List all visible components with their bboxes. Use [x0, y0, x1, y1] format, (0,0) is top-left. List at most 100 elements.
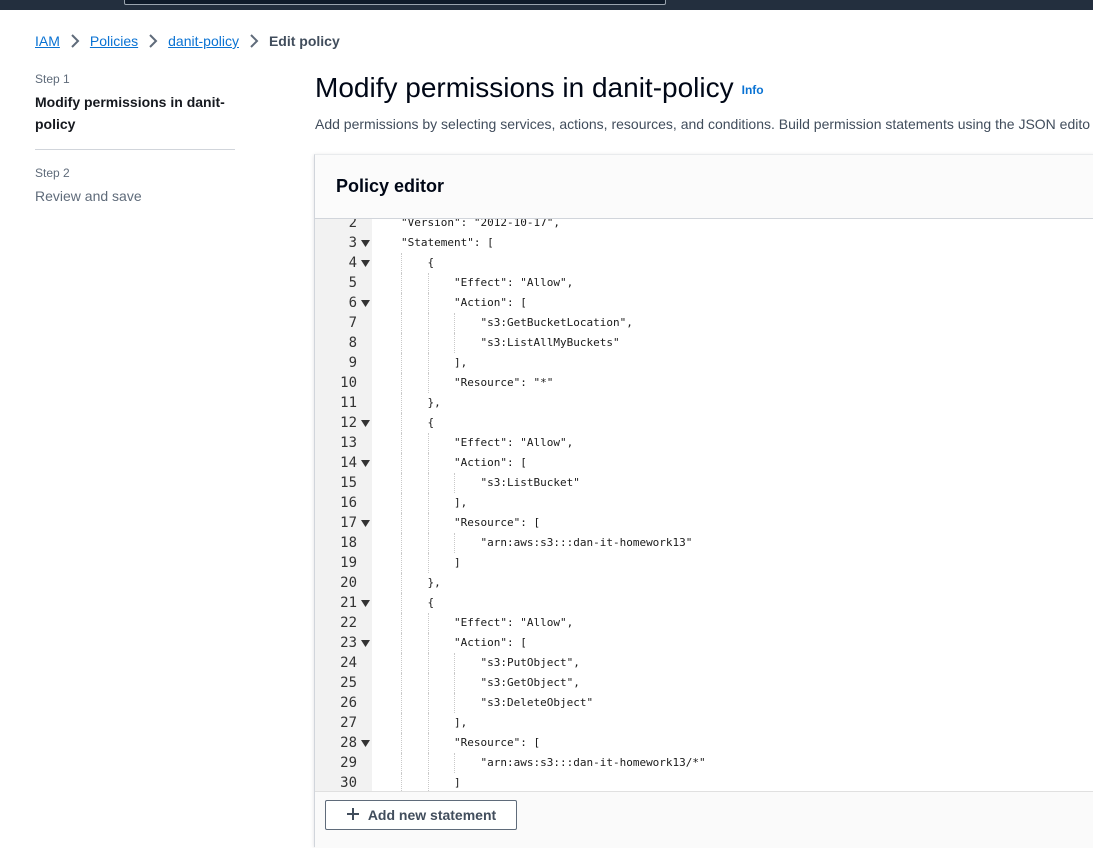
code-line[interactable]: 16], — [315, 493, 1093, 513]
indent-guide — [454, 473, 455, 493]
fold-arrow-icon[interactable] — [360, 453, 370, 473]
fold-arrow-icon[interactable] — [360, 733, 370, 753]
code-line[interactable]: 21 { — [315, 593, 1093, 613]
line-number: 7 — [348, 315, 357, 331]
fold-arrow-icon[interactable] — [360, 513, 370, 533]
breadcrumb-iam[interactable]: IAM — [35, 33, 60, 49]
line-number: 12 — [340, 415, 357, 431]
code-line[interactable]: 3 "Statement": [ — [315, 233, 1093, 253]
code-line[interactable]: 11}, — [315, 393, 1093, 413]
code-line[interactable]: 12 { — [315, 413, 1093, 433]
code-text: "Statement": [ — [401, 236, 494, 249]
page-description: Add permissions by selecting services, a… — [315, 116, 1091, 132]
indent-guide — [401, 673, 402, 693]
search-box[interactable] — [124, 0, 666, 5]
indent-guide — [401, 513, 402, 533]
info-link[interactable]: Info — [742, 83, 764, 97]
line-number: 3 — [348, 235, 357, 251]
code-line[interactable]: 27], — [315, 713, 1093, 733]
code-line[interactable]: 30] — [315, 773, 1093, 791]
code-text: ], — [454, 356, 468, 369]
code-line[interactable]: 20}, — [315, 573, 1093, 593]
breadcrumb-danit-policy[interactable]: danit-policy — [168, 33, 239, 49]
code-line[interactable]: 29 "arn:aws:s3:::dan-it-homework13/*" — [315, 753, 1093, 773]
code-text: "arn:aws:s3:::dan-it-homework13/*" — [480, 756, 706, 769]
indent-guide — [427, 493, 429, 513]
code-text: }, — [427, 576, 441, 589]
code-text: ], — [454, 496, 468, 509]
indent-guide — [401, 653, 402, 673]
indent-guide — [427, 273, 429, 293]
code-text: "arn:aws:s3:::dan-it-homework13" — [480, 536, 693, 549]
code-text: "s3:ListAllMyBuckets" — [480, 336, 620, 349]
fold-arrow-icon[interactable] — [360, 633, 370, 653]
code-line[interactable]: 6 "Action": [ — [315, 293, 1093, 313]
line-number: 27 — [340, 715, 357, 731]
code-line[interactable]: 9], — [315, 353, 1093, 373]
code-line[interactable]: 7 "s3:GetBucketLocation", — [315, 313, 1093, 333]
chevron-right-icon — [64, 30, 86, 52]
breadcrumb: IAM Policies danit-policy Edit policy — [35, 30, 340, 52]
code-line[interactable]: 15 "s3:ListBucket" — [315, 473, 1093, 493]
code-text: ] — [454, 556, 461, 569]
line-number: 16 — [340, 495, 357, 511]
indent-guide — [401, 573, 402, 593]
line-number: 15 — [340, 475, 357, 491]
fold-arrow-icon[interactable] — [360, 593, 370, 613]
add-new-statement-button[interactable]: Add new statement — [325, 800, 517, 830]
indent-guide — [401, 373, 402, 393]
indent-guide — [427, 733, 429, 753]
panel-footer: Add new statement — [315, 791, 1093, 848]
code-line[interactable]: 18 "arn:aws:s3:::dan-it-homework13" — [315, 533, 1093, 553]
code-line[interactable]: 22 "Effect": "Allow", — [315, 613, 1093, 633]
line-number: 30 — [340, 775, 357, 791]
indent-guide — [401, 593, 402, 613]
wizard-steps: Step 1 Modify permissions in danit-polic… — [35, 72, 235, 204]
indent-guide — [401, 453, 402, 473]
code-text: { — [427, 256, 435, 269]
step-1-title: Modify permissions in danit-policy — [35, 94, 225, 132]
chevron-right-icon — [142, 30, 164, 52]
code-line[interactable]: 28 "Resource": [ — [315, 733, 1093, 753]
line-number: 23 — [340, 635, 357, 651]
fold-arrow-icon[interactable] — [360, 413, 370, 433]
code-text: "s3:PutObject", — [480, 656, 580, 669]
code-line[interactable]: 4{ — [315, 253, 1093, 273]
indent-guide — [401, 473, 402, 493]
line-number: 29 — [340, 755, 357, 771]
code-line[interactable]: 23 "Action": [ — [315, 633, 1093, 653]
line-number: 24 — [340, 655, 357, 671]
code-line[interactable]: 24 "s3:PutObject", — [315, 653, 1093, 673]
fold-arrow-icon[interactable] — [360, 253, 370, 273]
code-line[interactable]: 5 "Effect": "Allow", — [315, 273, 1093, 293]
indent-guide — [454, 753, 455, 773]
json-code-editor[interactable]: 2 "Version": "2012-10-17", 3 "Statement": [… — [315, 219, 1093, 791]
indent-guide — [454, 533, 455, 553]
breadcrumb-policies[interactable]: Policies — [90, 33, 138, 49]
code-line[interactable]: 14 "Action": [ — [315, 453, 1093, 473]
code-line[interactable]: 19] — [315, 553, 1093, 573]
code-line[interactable]: 2 "Version": "2012-10-17", — [315, 219, 1093, 233]
indent-guide — [454, 693, 455, 713]
code-text: "Action": [ — [454, 456, 527, 469]
add-new-statement-label: Add new statement — [367, 807, 497, 823]
code-line[interactable]: 26 "s3:DeleteObject" — [315, 693, 1093, 713]
indent-guide — [427, 333, 429, 353]
fold-arrow-icon[interactable] — [360, 233, 370, 253]
code-text: "s3:GetObject", — [480, 676, 580, 689]
code-line[interactable]: 10 "Resource": "*" — [315, 373, 1093, 393]
step-2-title[interactable]: Review and save — [35, 188, 235, 204]
code-line[interactable]: 17 "Resource": [ — [315, 513, 1093, 533]
indent-guide — [427, 633, 429, 653]
line-number: 4 — [348, 255, 357, 271]
line-number: 26 — [340, 695, 357, 711]
fold-arrow-icon[interactable] — [360, 293, 370, 313]
indent-guide — [427, 473, 429, 493]
code-line[interactable]: 25 "s3:GetObject", — [315, 673, 1093, 693]
step-1-label: Step 1 — [35, 72, 70, 86]
code-line[interactable]: 13 "Effect": "Allow", — [315, 433, 1093, 453]
indent-guide — [427, 753, 429, 773]
indent-guide — [401, 693, 402, 713]
indent-guide — [454, 333, 455, 353]
code-line[interactable]: 8 "s3:ListAllMyBuckets" — [315, 333, 1093, 353]
